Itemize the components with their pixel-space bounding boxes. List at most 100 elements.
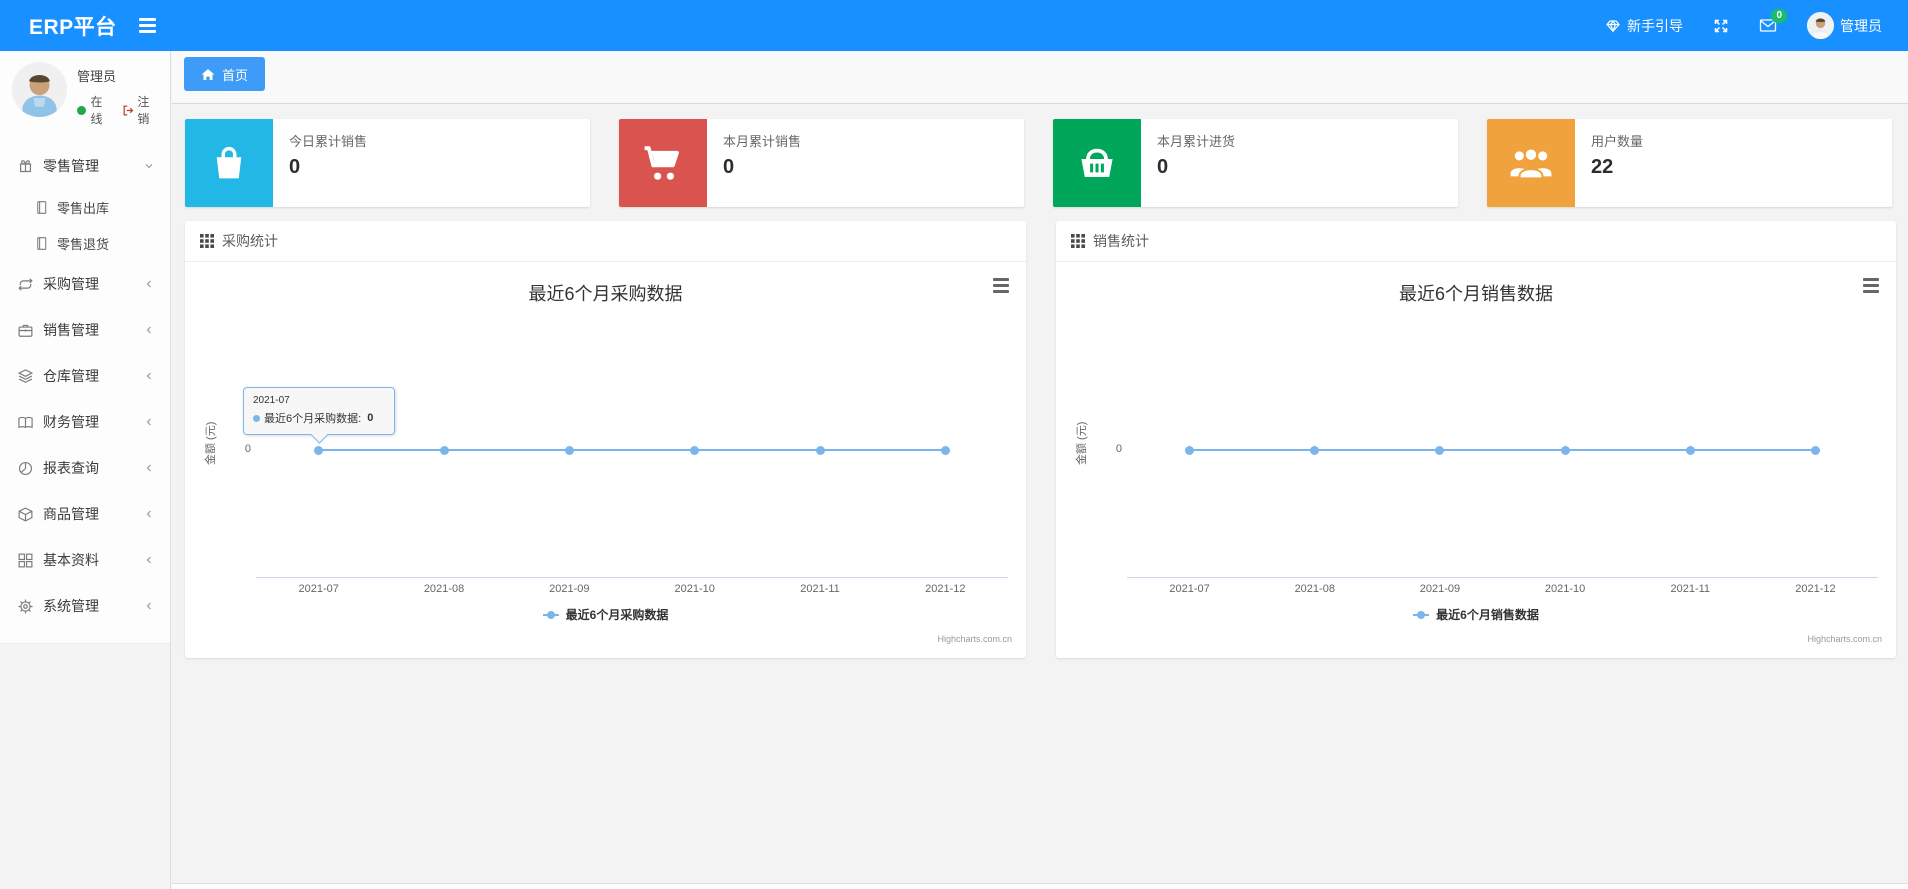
legend-item[interactable]: 最近6个月采购数据: [185, 606, 1026, 623]
data-point[interactable]: [1685, 446, 1695, 455]
logout-link[interactable]: 注销: [122, 93, 160, 127]
th-grid-icon: [1071, 234, 1085, 248]
messages-button[interactable]: 0: [1759, 9, 1787, 33]
card-label: 用户数量: [1591, 134, 1644, 149]
x-axis-label: 2021-09: [1419, 583, 1461, 595]
card-value: 0: [289, 156, 301, 178]
sales-stats-panel: 销售统计 最近6个月销售数据 金额 (元) 0 最近6个月销售数据 Highch…: [1056, 221, 1896, 658]
sidebar-item-warehouse[interactable]: 仓库管理: [0, 353, 170, 399]
card-label: 本月累计销售: [723, 134, 802, 149]
tooltip-date: 2021-07: [253, 395, 290, 406]
sidebar-item-sales[interactable]: 销售管理: [0, 307, 170, 353]
guide-link[interactable]: 新手引导: [1605, 16, 1683, 36]
x-axis-label: 2021-12: [1795, 583, 1836, 595]
mail-badge: 0: [1771, 9, 1787, 23]
home-icon: [201, 68, 215, 80]
tab-home[interactable]: 首页: [184, 57, 266, 91]
chart-export-menu-icon[interactable]: [1863, 278, 1879, 293]
sidebar-item-retail-outbound[interactable]: 零售出库: [0, 189, 170, 225]
purchase-chart: 最近6个月采购数据 金额 (元) 0 最近6个月采购数据 Highcharts.…: [185, 262, 1026, 657]
highcharts-credits[interactable]: Highcharts.com.cn: [1807, 634, 1882, 644]
sidebar-item-system[interactable]: 系统管理: [0, 583, 170, 629]
users-icon: [1487, 119, 1575, 207]
x-axis-label: 2021-11: [1670, 583, 1711, 595]
card-label: 今日累计销售: [289, 134, 368, 149]
y-axis-tick: 0: [244, 443, 251, 455]
x-axis-label: 2021-10: [674, 583, 715, 595]
chevron-down-icon: [144, 161, 154, 171]
highcharts-credits[interactable]: Highcharts.com.cn: [937, 634, 1012, 644]
data-point[interactable]: [690, 446, 700, 455]
panel-title: 销售统计: [1093, 233, 1149, 249]
sidebar-item-products[interactable]: 商品管理: [0, 491, 170, 537]
chevron-left-icon: [144, 417, 154, 427]
data-point[interactable]: [1185, 446, 1195, 455]
sidebar-item-retail[interactable]: 零售管理: [0, 143, 170, 189]
report-icon: [17, 460, 34, 477]
cube-icon: [17, 506, 34, 523]
online-status-icon: [77, 105, 86, 115]
layers-icon: [17, 368, 34, 385]
sales-chart: 最近6个月销售数据 金额 (元) 0 最近6个月销售数据 Highcharts.…: [1056, 262, 1896, 657]
x-axis-label: 2021-08: [1294, 583, 1335, 595]
gift-icon: [17, 158, 34, 175]
sidebar-username: 管理员: [77, 69, 117, 84]
sidebar-item-reports[interactable]: 报表查询: [0, 445, 170, 491]
stat-card-user-count[interactable]: 用户数量 22: [1487, 119, 1892, 207]
card-value: 0: [1157, 156, 1169, 178]
sidebar-item-label: 零售管理: [43, 158, 99, 174]
basket-icon: [1053, 119, 1141, 207]
chevron-left-icon: [144, 463, 154, 473]
top-navbar: ERP平台 新手引导 0 管理员: [0, 0, 1908, 51]
sidebar-toggle-icon[interactable]: [138, 18, 156, 33]
sidebar-menu: 零售管理 零售出库 零售退货 采购管理 销售管理 仓库管理 财务管理 报表查询 …: [0, 143, 170, 629]
data-point[interactable]: [564, 446, 574, 455]
brand-logo[interactable]: ERP平台: [29, 11, 117, 41]
purchase-stats-panel: 采购统计 最近6个月采购数据 金额 (元) 0 最近6个月采购数据 Highch…: [185, 221, 1026, 658]
x-axis-label: 2021-09: [549, 583, 590, 595]
data-point[interactable]: [314, 446, 324, 455]
tooltip-series-label: 最近6个月采购数据:: [264, 413, 362, 425]
stat-card-month-sales[interactable]: 本月累计销售 0: [619, 119, 1024, 207]
tab-bar: 首页: [172, 51, 1908, 104]
chevron-left-icon: [144, 279, 154, 289]
data-point[interactable]: [940, 446, 950, 455]
user-menu[interactable]: 管理员: [1807, 12, 1882, 39]
x-axis-label: 2021-12: [925, 583, 966, 595]
sidebar-item-purchase[interactable]: 采购管理: [0, 261, 170, 307]
x-axis-label: 2021-11: [800, 583, 840, 595]
data-point[interactable]: [1310, 446, 1320, 455]
grid-icon: [17, 552, 34, 569]
x-axis-label: 2021-10: [1544, 583, 1586, 595]
chart-export-menu-icon[interactable]: [993, 278, 1009, 293]
data-point[interactable]: [815, 446, 825, 455]
data-point[interactable]: [1810, 446, 1820, 455]
card-value: 22: [1591, 156, 1614, 178]
card-value: 0: [723, 156, 735, 178]
sidebar-item-basic-data[interactable]: 基本资料: [0, 537, 170, 583]
sidebar-item-retail-return[interactable]: 零售退货: [0, 225, 170, 261]
sidebar: 管理员 在线 注销 零售管理 零售出库 零售退货 采购管理 销售管理 仓库管理 …: [0, 51, 171, 889]
chart-tooltip: 2021-07 最近6个月采购数据: 0: [243, 387, 395, 435]
fullscreen-button[interactable]: [1713, 18, 1729, 34]
footer-divider: [172, 883, 1908, 889]
data-point[interactable]: [1435, 446, 1445, 455]
online-status-label: 在线: [90, 95, 103, 126]
stat-card-today-sales[interactable]: 今日累计销售 0: [185, 119, 590, 207]
username-label: 管理员: [1840, 17, 1882, 34]
avatar: [1807, 12, 1834, 39]
data-point[interactable]: [1560, 446, 1570, 455]
erp-app: ERP平台 新手引导 0 管理员 管理员 在线 注销 零售管理 零售出库 零售退…: [0, 0, 1908, 889]
chart-title: 最近6个月采购数据: [528, 284, 683, 304]
th-grid-icon: [200, 234, 214, 248]
avatar: [12, 62, 67, 117]
chevron-left-icon: [144, 371, 154, 381]
briefcase-icon: [17, 322, 34, 339]
data-point[interactable]: [439, 446, 449, 455]
y-axis-tick: 0: [1115, 443, 1122, 455]
x-axis-label: 2021-08: [423, 583, 465, 595]
stat-card-month-purchases[interactable]: 本月累计进货 0: [1053, 119, 1458, 207]
sidebar-item-finance[interactable]: 财务管理: [0, 399, 170, 445]
user-panel: 管理员 在线 注销: [0, 51, 170, 135]
legend-item[interactable]: 最近6个月销售数据: [1056, 606, 1896, 623]
